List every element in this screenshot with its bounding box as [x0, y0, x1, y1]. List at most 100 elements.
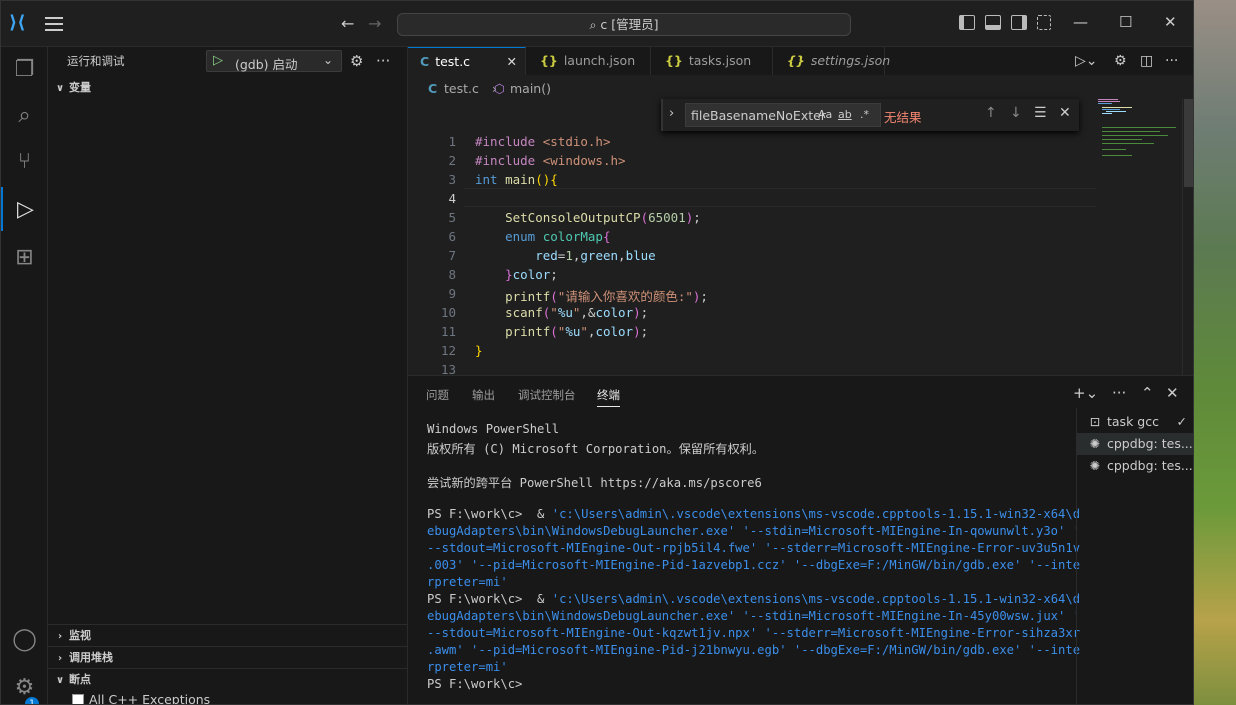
toggle-panel-icon[interactable] — [985, 15, 1001, 30]
breadcrumb-file[interactable]: test.c — [444, 81, 479, 96]
split-editor-icon[interactable]: ◫ — [1140, 53, 1153, 69]
minimap[interactable] — [1094, 99, 1182, 179]
tab-tasks-json[interactable]: {} tasks.json — [653, 47, 773, 75]
line-number: 6 — [448, 229, 456, 244]
breakpoint-item[interactable]: All C++ Exceptions — [72, 692, 210, 704]
json-file-icon: {} — [665, 53, 683, 68]
section-call-stack[interactable]: › 调用堆栈 — [48, 646, 408, 668]
terminal-line: rpreter=mi' — [427, 575, 508, 589]
breadcrumb-symbol[interactable]: main() — [510, 81, 551, 96]
terminal-line: ebugAdapters\bin\WindowsDebugLauncher.ex… — [427, 609, 1081, 623]
section-breakpoints[interactable]: ∨ 断点 — [48, 668, 408, 690]
close-panel-icon[interactable]: ✕ — [1166, 384, 1179, 402]
code-line: int main(){ — [475, 172, 558, 187]
line-number: 12 — [440, 343, 456, 358]
line-number: 3 — [448, 172, 456, 187]
minimap-line — [1098, 101, 1120, 102]
breakpoint-checkbox[interactable] — [72, 694, 84, 704]
minimap-line — [1102, 127, 1176, 128]
tab-settings-json[interactable]: {} settings.json — [775, 47, 890, 75]
maximize-panel-chevron-up-icon[interactable]: ⌃ — [1141, 384, 1154, 402]
menu-icon[interactable] — [45, 17, 63, 31]
editor-tabs: Ctest.c ✕ {} launch.json {} tasks.json {} s… — [408, 47, 1193, 75]
symbol-method-icon: ⬡ — [494, 81, 505, 96]
terminal-line: PS F:\work\c> & 'c:\Users\admin\.vscode\… — [427, 507, 1081, 521]
toggle-secondary-sidebar-icon[interactable] — [1011, 15, 1027, 30]
json-file-icon: {} — [787, 53, 805, 68]
new-terminal-plus-icon[interactable]: +⌄ — [1073, 384, 1098, 402]
section-watch[interactable]: › 监视 — [48, 624, 408, 646]
terminal-line: PS F:\work\c> — [427, 677, 523, 691]
match-whole-word-toggle[interactable]: ab — [838, 108, 852, 121]
terminal-line: ebugAdapters\bin\WindowsDebugLauncher.ex… — [427, 524, 1081, 538]
c-file-icon: C — [420, 54, 430, 69]
run-debug-icon[interactable]: ▷ — [1, 187, 48, 231]
command-center-search[interactable]: ⌕ c [管理员] — [397, 13, 851, 36]
tab-terminal[interactable]: 终端 — [597, 387, 620, 407]
match-case-toggle[interactable]: Aa — [818, 108, 832, 121]
maximize-button[interactable]: ☐ — [1119, 13, 1132, 31]
code-editor[interactable]: 1 2 3 4 5 6 7 8 9 10 11 12 13 #include <stdio.h> #in… — [408, 99, 1193, 377]
close-tab-icon[interactable]: ✕ — [507, 48, 517, 75]
terminal-line: .003' '--pid=Microsoft-MIEngine-Pid-1azv… — [427, 558, 1081, 572]
more-actions-icon[interactable]: ··· — [376, 52, 390, 70]
tab-test-c[interactable]: Ctest.c ✕ — [408, 47, 526, 75]
line-number: 1 — [448, 134, 456, 149]
json-file-icon: {} — [540, 53, 558, 68]
debug-config-select[interactable]: ▷ (gdb) 启动 ⌄ — [206, 50, 342, 72]
line-number: 7 — [448, 248, 456, 263]
terminal-line: 尝试新的跨平台 PowerShell https://aka.ms/pscore… — [427, 476, 762, 490]
back-arrow-icon[interactable]: ← — [341, 14, 354, 33]
search-icon[interactable]: ⌕ — [1, 93, 48, 137]
tab-debug-console[interactable]: 调试控制台 — [518, 387, 576, 403]
section-variables[interactable]: ∨ 变量 — [48, 77, 408, 99]
minimap-line — [1102, 113, 1112, 114]
editor-scrollbar[interactable] — [1182, 99, 1193, 375]
c-file-icon: C — [428, 81, 438, 96]
find-in-selection-icon[interactable]: ☰ — [1034, 105, 1047, 121]
minimize-button[interactable]: — — [1073, 13, 1088, 31]
previous-match-arrow-icon[interactable]: ↑ — [985, 105, 997, 121]
chevron-right-icon: › — [57, 631, 63, 642]
run-icon[interactable]: ▷⌄ — [1075, 53, 1098, 69]
code-line: #include <stdio.h> — [475, 134, 611, 149]
find-result-status: 无结果 — [884, 110, 922, 125]
next-match-arrow-icon[interactable]: ↓ — [1010, 105, 1022, 121]
scrollbar-thumb[interactable] — [1184, 99, 1193, 187]
minimap-line — [1098, 103, 1112, 104]
customize-layout-icon[interactable] — [1037, 15, 1051, 30]
chevron-down-icon[interactable]: ⌄ — [323, 53, 333, 67]
tab-launch-json[interactable]: {} launch.json — [528, 47, 651, 75]
close-button[interactable]: ✕ — [1164, 13, 1177, 31]
gear-icon[interactable]: ⚙ — [350, 52, 363, 70]
minimap-line — [1102, 109, 1120, 110]
explorer-files-icon[interactable]: ❐ — [1, 47, 48, 91]
terminal-item-cppdbg[interactable]: ✺ cppdbg: tes... — [1077, 455, 1193, 477]
close-find-icon[interactable]: ✕ — [1059, 105, 1071, 121]
terminal-item-cppdbg[interactable]: ✺ cppdbg: tes... — [1077, 433, 1193, 455]
run-and-debug-sidebar: 运行和调试 ▷ (gdb) 启动 ⌄ ⚙ ··· ∨ 变量 › 监视 › 调用堆栈 ∨… — [48, 47, 408, 704]
code-line: SetConsoleOutputCP(65001); — [505, 210, 701, 225]
gear-icon[interactable]: ⚙ — [1114, 53, 1127, 69]
toggle-replace-chevron-icon[interactable]: › — [669, 106, 674, 121]
forward-arrow-icon[interactable]: → — [368, 14, 381, 33]
use-regex-toggle[interactable]: .* — [860, 108, 869, 121]
settings-gear-icon[interactable]: ⚙ 1 — [1, 665, 48, 704]
more-actions-icon[interactable]: ··· — [1165, 53, 1178, 69]
current-line-highlight — [464, 188, 1096, 207]
more-actions-icon[interactable]: ··· — [1112, 384, 1126, 402]
tab-output[interactable]: 输出 — [472, 387, 495, 403]
source-control-icon[interactable]: ⑂ — [1, 139, 48, 183]
line-number: 2 — [448, 153, 456, 168]
extensions-icon[interactable]: ⊞ — [1, 235, 48, 279]
start-debugging-icon[interactable]: ▷ — [213, 53, 223, 68]
find-input[interactable]: fileBasenameNoExter Aa ab .* — [685, 103, 881, 127]
terminal-icon: ⊡ — [1089, 414, 1101, 429]
toggle-sidebar-icon[interactable] — [959, 15, 975, 30]
account-icon[interactable]: ◯ — [1, 617, 48, 661]
sidebar-header: 运行和调试 ▷ (gdb) 启动 ⌄ ⚙ ··· — [48, 47, 408, 75]
bottom-panel: 问题 输出 调试控制台 终端 +⌄ ··· ⌃ ✕ Windows PowerS… — [408, 375, 1193, 704]
tab-problems[interactable]: 问题 — [426, 387, 449, 403]
terminal-item-task-gcc[interactable]: ⊡ task gcc ✓ — [1077, 411, 1193, 433]
